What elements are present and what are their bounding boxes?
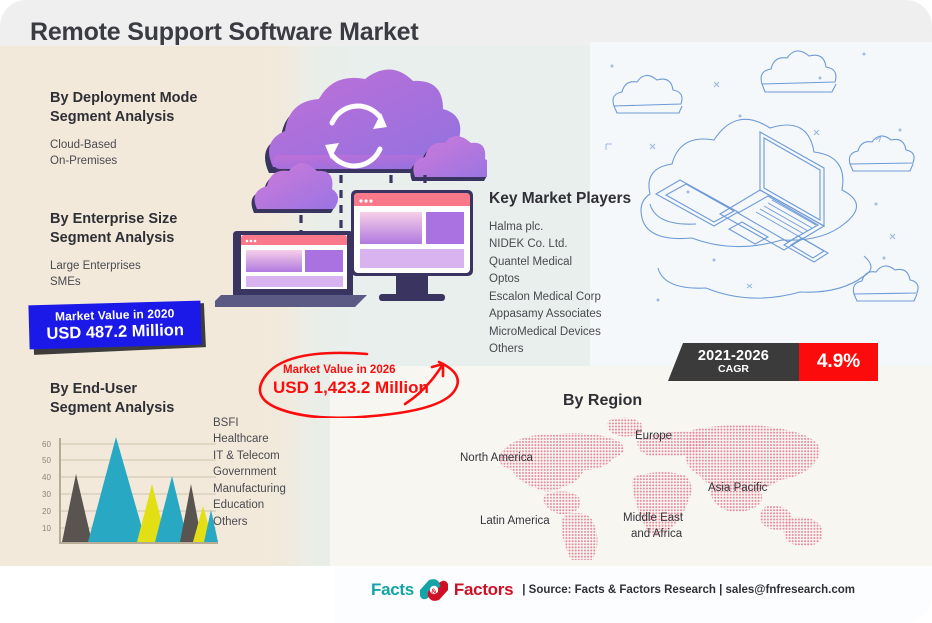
- segment-end-user-heading: By End-User Segment Analysis: [50, 380, 174, 418]
- segment-deployment-heading-line2: Segment Analysis: [50, 108, 175, 125]
- market-value-2026-callout: Market Value in 2026 USD 1,423.2 Million: [255, 348, 475, 418]
- segment-enterprise-heading-line2: Segment Analysis: [50, 229, 175, 246]
- brand-factors: Factors: [453, 580, 514, 599]
- cagr-years: 2021-2026: [697, 347, 770, 364]
- world-map: North America Latin America Europe Asia …: [460, 410, 880, 566]
- cagr-label: CAGR: [718, 363, 749, 376]
- region-label-africa: and Africa: [631, 528, 683, 540]
- list-item: Escalon Medical Corp: [489, 290, 601, 303]
- end-user-legend: BSFI Healthcare IT & Telecom Government …: [213, 415, 286, 530]
- list-item: Halma plc.: [489, 221, 544, 233]
- end-user-chart: 60 50 40 30 20 10: [36, 430, 221, 555]
- segment-deployment-heading: By Deployment Mode Segment Analysis: [50, 89, 197, 126]
- list-item: Appasamy Associates: [489, 308, 602, 321]
- page-title: Remote Support Software Market: [30, 18, 419, 46]
- list-item: NIDEK Co. Ltd.: [489, 238, 568, 251]
- list-item: Others: [489, 343, 524, 356]
- key-players-list: Halma plc. NIDEK Co. Ltd. Quantel Medica…: [489, 219, 631, 359]
- list-item: Others: [213, 515, 248, 528]
- market-value-2020-value: USD 487.2 Million: [46, 320, 185, 343]
- region-label-north-america: North America: [460, 452, 533, 464]
- infographic-canvas: Remote Support Software Market By Deploy…: [0, 0, 932, 623]
- svg-text:10: 10: [42, 524, 51, 533]
- list-item: Cloud-Based: [50, 139, 117, 152]
- list-item: IT & Telecom: [213, 449, 280, 462]
- cagr-period-block: 2021-2026 CAGR: [668, 343, 799, 381]
- segment-end-user-heading-line2: Segment Analysis: [50, 399, 175, 416]
- svg-text:50: 50: [42, 456, 51, 465]
- market-value-2026-value: USD 1,423.2 Million: [273, 378, 429, 397]
- key-market-players: Key Market Players Halma plc. NIDEK Co. …: [489, 190, 631, 359]
- list-item: Quantel Medical: [489, 255, 573, 268]
- footer: Facts & Factors | Source: Facts & Factor…: [371, 575, 855, 605]
- footer-left-background: [0, 566, 335, 623]
- badge-body: Market Value in 2020 USD 487.2 Million: [28, 300, 202, 350]
- region-label-latin-america: Latin America: [480, 515, 550, 527]
- market-value-2020-badge: Market Value in 2020 USD 487.2 Million: [27, 300, 207, 355]
- region-heading: By Region: [563, 392, 643, 409]
- facts-factors-logo-icon: &: [417, 577, 451, 603]
- segment-enterprise-size: By Enterprise Size Segment Analysis Larg…: [50, 210, 177, 291]
- segment-enterprise-heading-line1: By Enterprise Size: [50, 211, 178, 227]
- segment-deployment-mode: By Deployment Mode Segment Analysis Clou…: [50, 89, 197, 170]
- list-item: SMEs: [50, 276, 81, 289]
- segment-enterprise-heading: By Enterprise Size Segment Analysis: [50, 210, 177, 247]
- svg-text:60: 60: [42, 440, 51, 449]
- cagr-value: 4.9%: [816, 351, 861, 372]
- region-label-asia-pacific: Asia Pacific: [708, 482, 768, 494]
- list-item: On-Premises: [50, 155, 118, 168]
- key-players-heading: Key Market Players: [489, 190, 632, 207]
- cloud-sync-illustration: [209, 55, 491, 307]
- list-item: BSFI: [213, 417, 239, 429]
- region-label-middle-east: Middle East: [623, 512, 684, 524]
- svg-text:&: &: [431, 588, 437, 596]
- segment-enterprise-items: Large Enterprises SMEs: [50, 258, 177, 291]
- segment-deployment-items: Cloud-Based On-Premises: [50, 137, 197, 170]
- list-item: Healthcare: [213, 433, 269, 446]
- list-item: Government: [213, 466, 277, 479]
- segment-deployment-heading-line1: By Deployment Mode: [50, 90, 198, 106]
- footer-source: | Source: Facts & Factors Research | sal…: [522, 584, 855, 596]
- list-item: Education: [213, 499, 265, 512]
- segment-end-user: By End-User Segment Analysis: [50, 380, 174, 418]
- svg-text:30: 30: [42, 490, 51, 499]
- region-label-europe: Europe: [635, 430, 673, 442]
- svg-text:20: 20: [42, 507, 51, 516]
- list-item: Large Enterprises: [50, 260, 141, 273]
- svg-text:40: 40: [42, 473, 51, 482]
- isometric-laptop-line-art: [592, 44, 932, 344]
- list-item: Optos: [489, 273, 520, 286]
- market-value-2026-label: Market Value in 2026: [283, 364, 396, 376]
- list-item: Manufacturing: [213, 482, 286, 495]
- segment-end-user-heading-line1: By End-User: [50, 381, 138, 397]
- list-item: MicroMedical Devices: [489, 325, 601, 338]
- cagr-value-block: 4.9%: [799, 343, 878, 381]
- cagr-badge: 2021-2026 CAGR 4.9%: [668, 343, 878, 381]
- brand-facts: Facts: [371, 580, 414, 599]
